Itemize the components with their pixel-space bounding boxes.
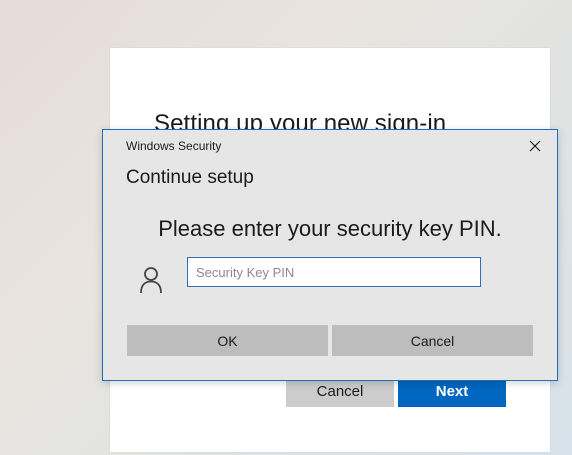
user-icon [140, 267, 162, 294]
close-icon [529, 140, 541, 152]
windows-security-dialog: Windows Security Continue setup Please e… [102, 129, 558, 381]
dialog-header: Windows Security [126, 139, 222, 153]
pin-prompt-message: Please enter your security key PIN. [158, 216, 502, 241]
ok-button[interactable]: OK [127, 325, 328, 356]
security-key-pin-input[interactable] [187, 257, 481, 287]
close-button[interactable] [523, 136, 547, 156]
cancel-button[interactable]: Cancel [332, 325, 533, 356]
dialog-heading: Continue setup [126, 167, 254, 188]
